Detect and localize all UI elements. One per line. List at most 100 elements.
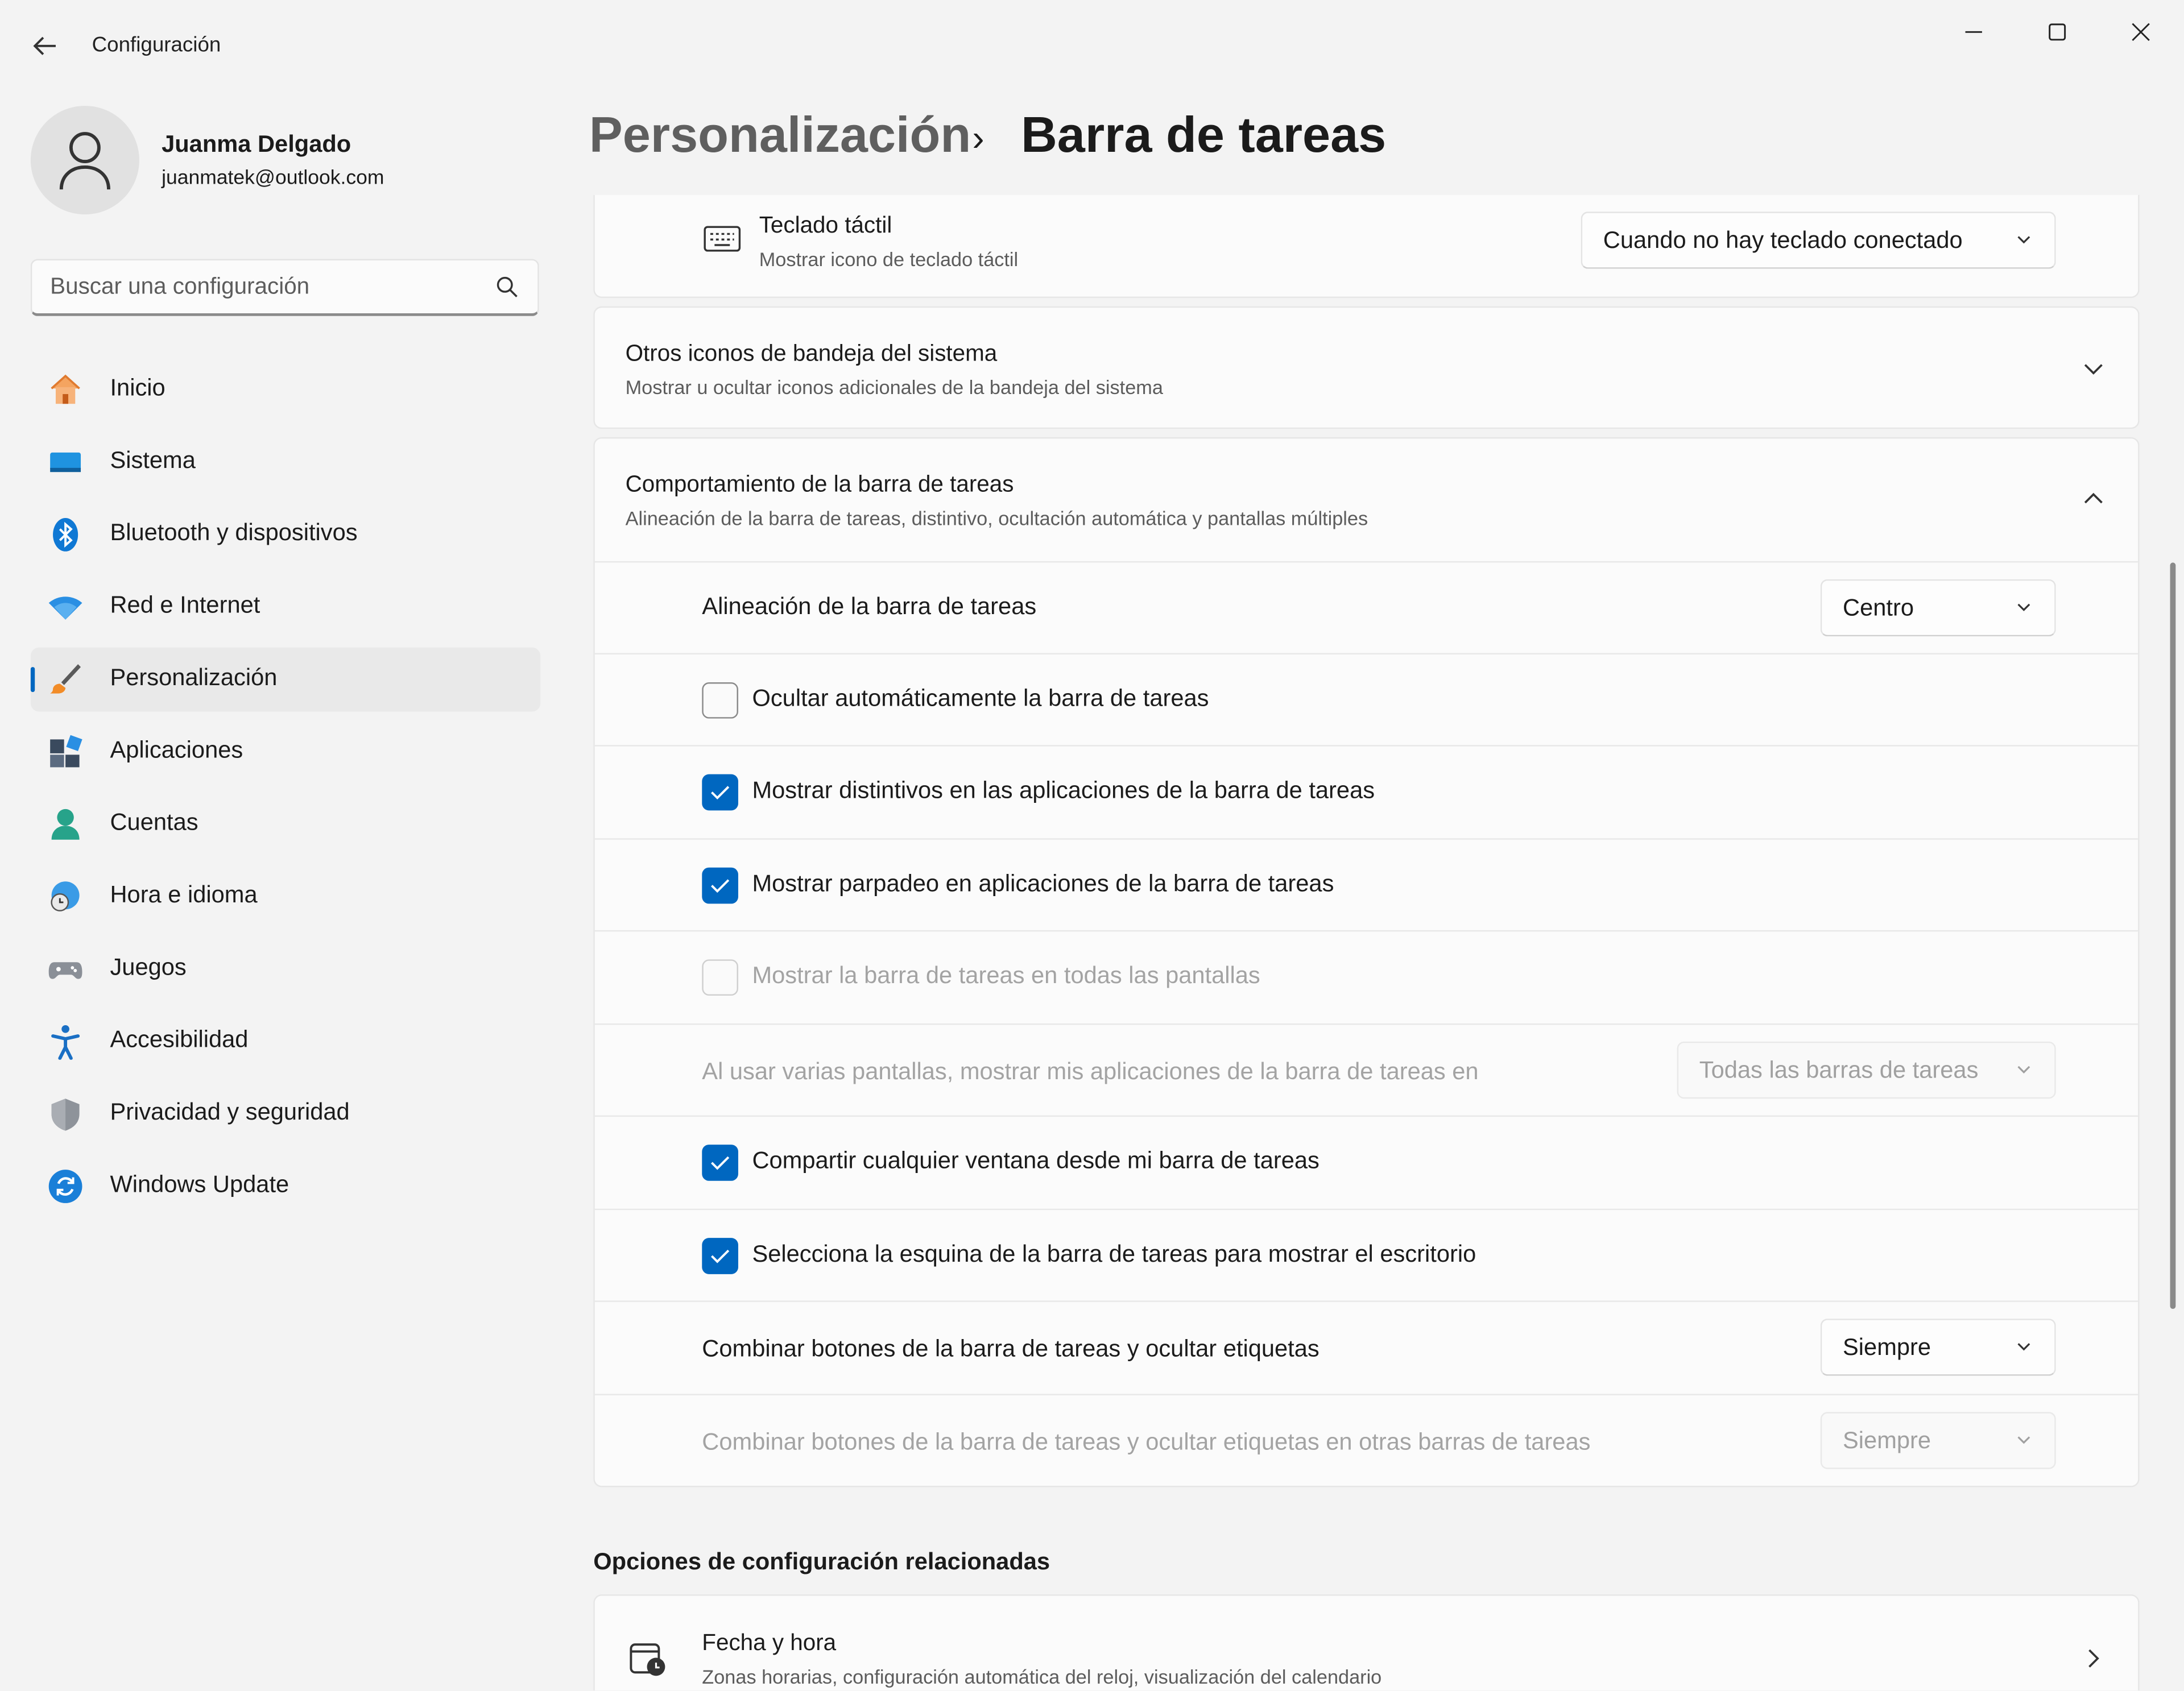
sidebar-item-label: Personalización	[110, 664, 278, 691]
related-item-date-time[interactable]: Fecha y hora Zonas horarias, configuraci…	[593, 1594, 2140, 1691]
show-desktop-row[interactable]: Selecciona la esquina de la barra de tar…	[594, 1208, 2138, 1301]
share-window-row[interactable]: Compartir cualquier ventana desde mi bar…	[594, 1115, 2138, 1209]
chevron-up-icon[interactable]	[2082, 490, 2104, 507]
sidebar-item-sistema[interactable]: Sistema	[31, 430, 540, 495]
sidebar-item-privacidad[interactable]: Privacidad y seguridad	[31, 1082, 540, 1146]
sidebar-item-label: Hora e idioma	[110, 881, 258, 908]
sidebar-item-red[interactable]: Red e Internet	[31, 575, 540, 639]
alignment-label: Alineación de la barra de tareas	[702, 593, 1037, 620]
monitor-icon	[47, 444, 84, 480]
checkmark-icon	[711, 879, 730, 893]
settings-window: Configuración Juanma Delgado juanmatek@o…	[0, 0, 2184, 1691]
close-icon	[2132, 23, 2150, 42]
sidebar-item-label: Red e Internet	[110, 591, 260, 619]
all-displays-checkbox	[702, 959, 738, 996]
checkbox-label: Mostrar la barra de tareas en todas las …	[752, 962, 1260, 989]
breadcrumb-separator: ›	[972, 117, 985, 159]
sidebar-item-label: Inicio	[110, 374, 166, 401]
related-item-subtitle: Zonas horarias, configuración automática…	[702, 1665, 1382, 1688]
sidebar-item-windows-update[interactable]: Windows Update	[31, 1154, 540, 1218]
minimize-icon	[1965, 31, 1982, 33]
keyboard-icon	[704, 226, 741, 252]
scrollbar[interactable]	[2170, 562, 2176, 1309]
checkbox-label: Mostrar distintivos en las aplicaciones …	[752, 777, 1375, 804]
checkbox-label: Selecciona la esquina de la barra de tar…	[752, 1241, 1476, 1267]
chevron-right-icon	[2088, 1649, 2099, 1668]
autohide-row[interactable]: Ocultar automáticamente la barra de tare…	[594, 653, 2138, 745]
sidebar-item-personalizacion[interactable]: Personalización	[30, 647, 541, 712]
flashing-checkbox[interactable]	[702, 867, 738, 904]
chevron-down-icon	[2017, 1066, 2030, 1074]
dropdown-value: Centro	[1843, 594, 1914, 621]
search-input[interactable]: Buscar una configuración	[30, 259, 539, 316]
combine-other-dropdown: Siempre	[1820, 1412, 2056, 1469]
sidebar-item-label: Cuentas	[110, 809, 198, 836]
all-displays-row: Mostrar la barra de tareas en todas las …	[594, 930, 2138, 1023]
badges-checkbox[interactable]	[702, 774, 738, 811]
calendar-clock-icon	[630, 1643, 665, 1676]
dropdown-value: Cuando no hay teclado conectado	[1603, 227, 1963, 254]
behavior-subtitle: Alineación de la barra de tareas, distin…	[625, 507, 1368, 529]
user-email: juanmatek@outlook.com	[162, 167, 384, 190]
sidebar-item-label: Juegos	[110, 954, 187, 981]
sidebar-item-juegos[interactable]: Juegos	[31, 937, 540, 1001]
sidebar-item-bluetooth[interactable]: Bluetooth y dispositivos	[31, 503, 540, 567]
minimize-button[interactable]	[1942, 9, 2006, 56]
sidebar-item-inicio[interactable]: Inicio	[31, 358, 540, 422]
related-settings-heading: Opciones de configuración relacionadas	[593, 1548, 1050, 1575]
touch-keyboard-dropdown[interactable]: Cuando no hay teclado conectado	[1581, 212, 2056, 269]
brush-icon	[47, 661, 84, 698]
flashing-row[interactable]: Mostrar parpadeo en aplicaciones de la b…	[594, 838, 2138, 930]
checkbox-label: Compartir cualquier ventana desde mi bar…	[752, 1147, 1320, 1174]
alignment-dropdown[interactable]: Centro	[1820, 579, 2056, 637]
search-placeholder: Buscar una configuración	[50, 274, 310, 300]
sidebar-item-hora[interactable]: Hora e idioma	[31, 865, 540, 929]
tray-icons-card[interactable]: Otros iconos de bandeja del sistema Most…	[593, 306, 2140, 429]
chevron-down-icon	[2017, 236, 2030, 244]
title-bar: Configuración	[0, 0, 2184, 89]
home-icon	[47, 372, 84, 408]
avatar[interactable]	[30, 106, 139, 215]
sidebar-item-cuentas[interactable]: Cuentas	[31, 792, 540, 856]
chevron-down-icon[interactable]	[2082, 360, 2104, 377]
chevron-down-icon	[2017, 603, 2030, 611]
maximize-button[interactable]	[2025, 9, 2090, 56]
close-button[interactable]	[2109, 9, 2173, 56]
user-name: Juanma Delgado	[162, 131, 351, 158]
chevron-down-icon	[2017, 1436, 2030, 1444]
taskbar-behavior-card: Comportamiento de la barra de tareas Ali…	[593, 437, 2140, 1487]
sidebar-item-label: Aplicaciones	[110, 736, 243, 764]
behavior-title: Comportamiento de la barra de tareas	[625, 472, 1014, 498]
arrow-left-icon	[33, 36, 56, 55]
sidebar-item-label: Privacidad y seguridad	[110, 1099, 350, 1125]
combine-dropdown[interactable]: Siempre	[1820, 1319, 2056, 1376]
checkbox-label: Mostrar parpadeo en aplicaciones de la b…	[752, 870, 1334, 897]
taskbar-behavior-header[interactable]: Comportamiento de la barra de tareas Ali…	[595, 438, 2138, 561]
sidebar-item-label: Sistema	[110, 447, 196, 474]
globe-clock-icon	[47, 878, 84, 915]
active-indicator	[30, 667, 35, 693]
combine-other-label: Combinar botones de la barra de tareas y…	[702, 1428, 1591, 1456]
share-window-checkbox[interactable]	[702, 1145, 738, 1181]
show-desktop-checkbox[interactable]	[702, 1238, 738, 1274]
breadcrumb-parent[interactable]: Personalización	[589, 106, 971, 164]
badges-row[interactable]: Mostrar distintivos en las aplicaciones …	[594, 745, 2138, 838]
accessibility-icon	[47, 1023, 84, 1060]
back-button[interactable]	[19, 22, 69, 69]
dropdown-value: Todas las barras de tareas	[1699, 1056, 1979, 1084]
tray-icons-title: Otros iconos de bandeja del sistema	[625, 341, 998, 367]
combine-other-row: Combinar botones de la barra de tareas y…	[594, 1394, 2138, 1486]
combine-row: Combinar botones de la barra de tareas y…	[594, 1300, 2138, 1394]
touch-keyboard-card: Teclado táctil Mostrar icono de teclado …	[593, 194, 2140, 299]
search-icon[interactable]	[496, 276, 518, 298]
sidebar-item-accesibilidad[interactable]: Accesibilidad	[31, 1010, 540, 1074]
tray-icons-subtitle: Mostrar u ocultar iconos adicionales de …	[625, 376, 1163, 399]
touch-keyboard-subtitle: Mostrar icono de teclado táctil	[759, 247, 1019, 271]
multi-display-row: Al usar varias pantallas, mostrar mis ap…	[594, 1023, 2138, 1116]
page-title: Barra de tareas	[1021, 106, 1387, 163]
checkmark-icon	[711, 786, 730, 800]
sidebar-item-aplicaciones[interactable]: Aplicaciones	[31, 720, 540, 784]
autohide-checkbox[interactable]	[702, 682, 738, 719]
alignment-row: Alineación de la barra de tareas Centro	[594, 561, 2138, 653]
apps-icon	[47, 734, 84, 770]
